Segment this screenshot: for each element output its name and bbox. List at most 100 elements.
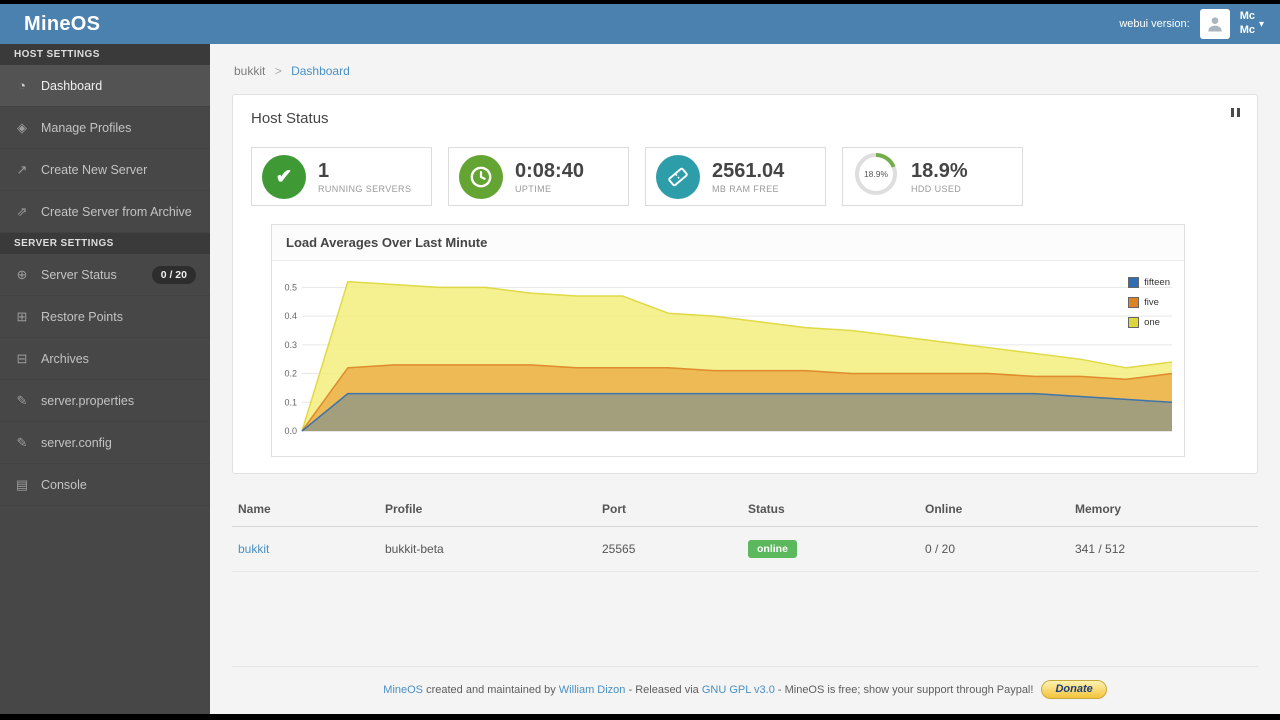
- donut-percent-text: 18.9%: [864, 169, 889, 179]
- table-row: bukkit bukkit-beta 25565 online 0 / 20 3…: [232, 527, 1258, 572]
- donut-gauge: 18.9%: [853, 151, 899, 202]
- brand-logo[interactable]: MineOS: [0, 13, 100, 36]
- footer-text: created and maintained by: [423, 683, 559, 696]
- svg-text:0.1: 0.1: [284, 397, 297, 407]
- user-menu[interactable]: Mc Mc ▾: [1240, 10, 1264, 38]
- stat-tile-running-servers: ✔ 1 RUNNING SERVERS: [251, 147, 432, 206]
- col-header-status: Status: [748, 502, 785, 516]
- legend-item-five: five: [1128, 297, 1170, 308]
- sidebar-item-server-properties[interactable]: ✎ server.properties: [0, 380, 210, 422]
- top-bar: MineOS webui version: Mc Mc ▾: [0, 4, 1280, 44]
- clock-icon: [459, 154, 503, 199]
- tags-icon: ◈: [17, 119, 27, 135]
- server-port: 25565: [602, 542, 636, 556]
- footer-link-author[interactable]: William Dizon: [559, 684, 626, 696]
- load-averages-chart: 0.0 0.1 0.2 0.3 0.4 0.5: [284, 280, 1173, 436]
- sidebar-item-label: server.config: [41, 435, 112, 450]
- sidebar-item-label: Restore Points: [41, 309, 123, 324]
- external-link-icon: ⇗: [16, 203, 28, 219]
- stat-label: RUNNING SERVERS: [318, 183, 412, 194]
- sidebar-section-host-settings: HOST SETTINGS: [0, 44, 210, 65]
- sidebar-item-create-new-server[interactable]: ↗ Create New Server: [0, 149, 210, 191]
- sidebar-item-label: Server Status: [41, 267, 117, 282]
- pause-icon[interactable]: [1228, 105, 1243, 120]
- col-header-memory: Memory: [1075, 502, 1122, 516]
- server-profile: bukkit-beta: [385, 542, 444, 556]
- check-icon: ✔: [262, 154, 306, 199]
- stat-label: MB RAM FREE: [712, 183, 779, 194]
- chart-body: 0.0 0.1 0.2 0.3 0.4 0.5 fifteen five one: [272, 261, 1184, 456]
- person-icon: [1208, 17, 1222, 32]
- legend-label: five: [1144, 297, 1159, 308]
- svg-text:0.5: 0.5: [284, 282, 297, 292]
- stat-value: 1: [318, 159, 330, 182]
- sidebar-item-label: Create Server from Archive: [41, 204, 192, 219]
- user-name-line1: Mc: [1239, 10, 1255, 23]
- chart-title: Load Averages Over Last Minute: [272, 225, 1184, 261]
- footer: MineOS created and maintained by William…: [232, 666, 1258, 714]
- server-memory: 341 / 512: [1075, 542, 1126, 556]
- footer-text: - Released via: [625, 683, 702, 696]
- body-row: HOST SETTINGS ◔ Dashboard ◈ Manage Profi…: [0, 44, 1280, 714]
- legend-swatch: [1128, 277, 1140, 288]
- sidebar-item-console[interactable]: ▤ Console: [0, 464, 210, 506]
- col-header-online: Online: [925, 502, 963, 516]
- dashboard-icon: ◔: [18, 78, 26, 93]
- screen: MineOS webui version: Mc Mc ▾ HOST SETTI…: [0, 0, 1280, 720]
- host-status-panel: Host Status ✔ 1 RUNNING SERVERS 0:08:40 …: [232, 94, 1258, 474]
- breadcrumb-separator: >: [274, 64, 282, 78]
- svg-text:0.4: 0.4: [284, 311, 297, 321]
- breadcrumb: bukkit > Dashboard: [232, 44, 1258, 94]
- sidebar-item-server-config[interactable]: ✎ server.config: [0, 422, 210, 464]
- footer-link-mineos[interactable]: MineOS: [383, 684, 423, 696]
- stat-tile-hdd-used: 18.9% 18.9% HDD USED: [842, 147, 1023, 206]
- stat-tile-uptime: 0:08:40 UPTIME: [448, 147, 629, 206]
- sidebar-item-server-status[interactable]: ⊕ Server Status 0 / 20: [0, 254, 210, 296]
- footer-link-license[interactable]: GNU GPL v3.0: [702, 684, 775, 696]
- stat-label: UPTIME: [515, 183, 552, 194]
- load-averages-chart-panel: Load Averages Over Last Minute 0.0 0.1 0.2…: [271, 224, 1185, 457]
- sidebar: HOST SETTINGS ◔ Dashboard ◈ Manage Profi…: [0, 44, 210, 714]
- sidebar-item-label: Dashboard: [41, 78, 103, 93]
- user-avatar: [1199, 9, 1230, 39]
- panel-title: Host Status: [251, 110, 329, 127]
- svg-text:0.2: 0.2: [284, 369, 297, 379]
- external-link-icon: ↗: [16, 161, 28, 177]
- stat-tile-ram-free: 2561.04 MB RAM FREE: [645, 147, 826, 206]
- archive-icon: ⊟: [16, 350, 28, 366]
- svg-text:0.0: 0.0: [284, 426, 297, 436]
- ticket-icon: [656, 154, 700, 199]
- server-online-count: 0 / 20: [925, 542, 956, 556]
- sidebar-item-create-server-from-archive[interactable]: ⇗ Create Server from Archive: [0, 191, 210, 233]
- webui-version-label: webui version:: [1119, 18, 1190, 30]
- edit-icon: ✎: [16, 392, 28, 408]
- breadcrumb-current[interactable]: Dashboard: [291, 64, 350, 78]
- status-badge: online: [748, 540, 797, 558]
- sidebar-item-restore-points[interactable]: ⊞ Restore Points: [0, 296, 210, 338]
- user-name-line2: Mc: [1239, 24, 1255, 36]
- sidebar-item-archives[interactable]: ⊟ Archives: [0, 338, 210, 380]
- legend-item-fifteen: fifteen: [1128, 277, 1170, 288]
- stat-tiles: ✔ 1 RUNNING SERVERS 0:08:40 UPTIME 2561.…: [251, 147, 1239, 206]
- server-name-link[interactable]: bukkit: [238, 542, 269, 556]
- console-icon: ▤: [15, 476, 29, 492]
- donate-button[interactable]: Donate: [1041, 680, 1107, 699]
- breadcrumb-parent[interactable]: bukkit: [234, 64, 265, 78]
- sidebar-item-label: server.properties: [41, 393, 135, 408]
- svg-text:0.3: 0.3: [284, 340, 297, 350]
- stat-value: 18.9%: [911, 159, 968, 182]
- sidebar-item-dashboard[interactable]: ◔ Dashboard: [0, 65, 210, 107]
- legend-label: one: [1144, 317, 1160, 328]
- edit-icon: ✎: [16, 434, 28, 450]
- sidebar-item-manage-profiles[interactable]: ◈ Manage Profiles: [0, 107, 210, 149]
- inbox-icon: ⊞: [16, 308, 28, 324]
- sidebar-section-server-settings: SERVER SETTINGS: [0, 233, 210, 254]
- sidebar-item-label: Manage Profiles: [41, 120, 132, 135]
- legend-item-one: one: [1128, 317, 1170, 328]
- letterbox-bottom: [0, 714, 1280, 720]
- legend-swatch: [1128, 297, 1140, 308]
- legend-label: fifteen: [1144, 277, 1170, 288]
- chevron-down-icon: ▾: [1258, 18, 1264, 30]
- mineos-webui: MineOS webui version: Mc Mc ▾ HOST SETTI…: [0, 4, 1280, 714]
- servers-table: Name Profile Port Status Online Memory b…: [232, 492, 1258, 572]
